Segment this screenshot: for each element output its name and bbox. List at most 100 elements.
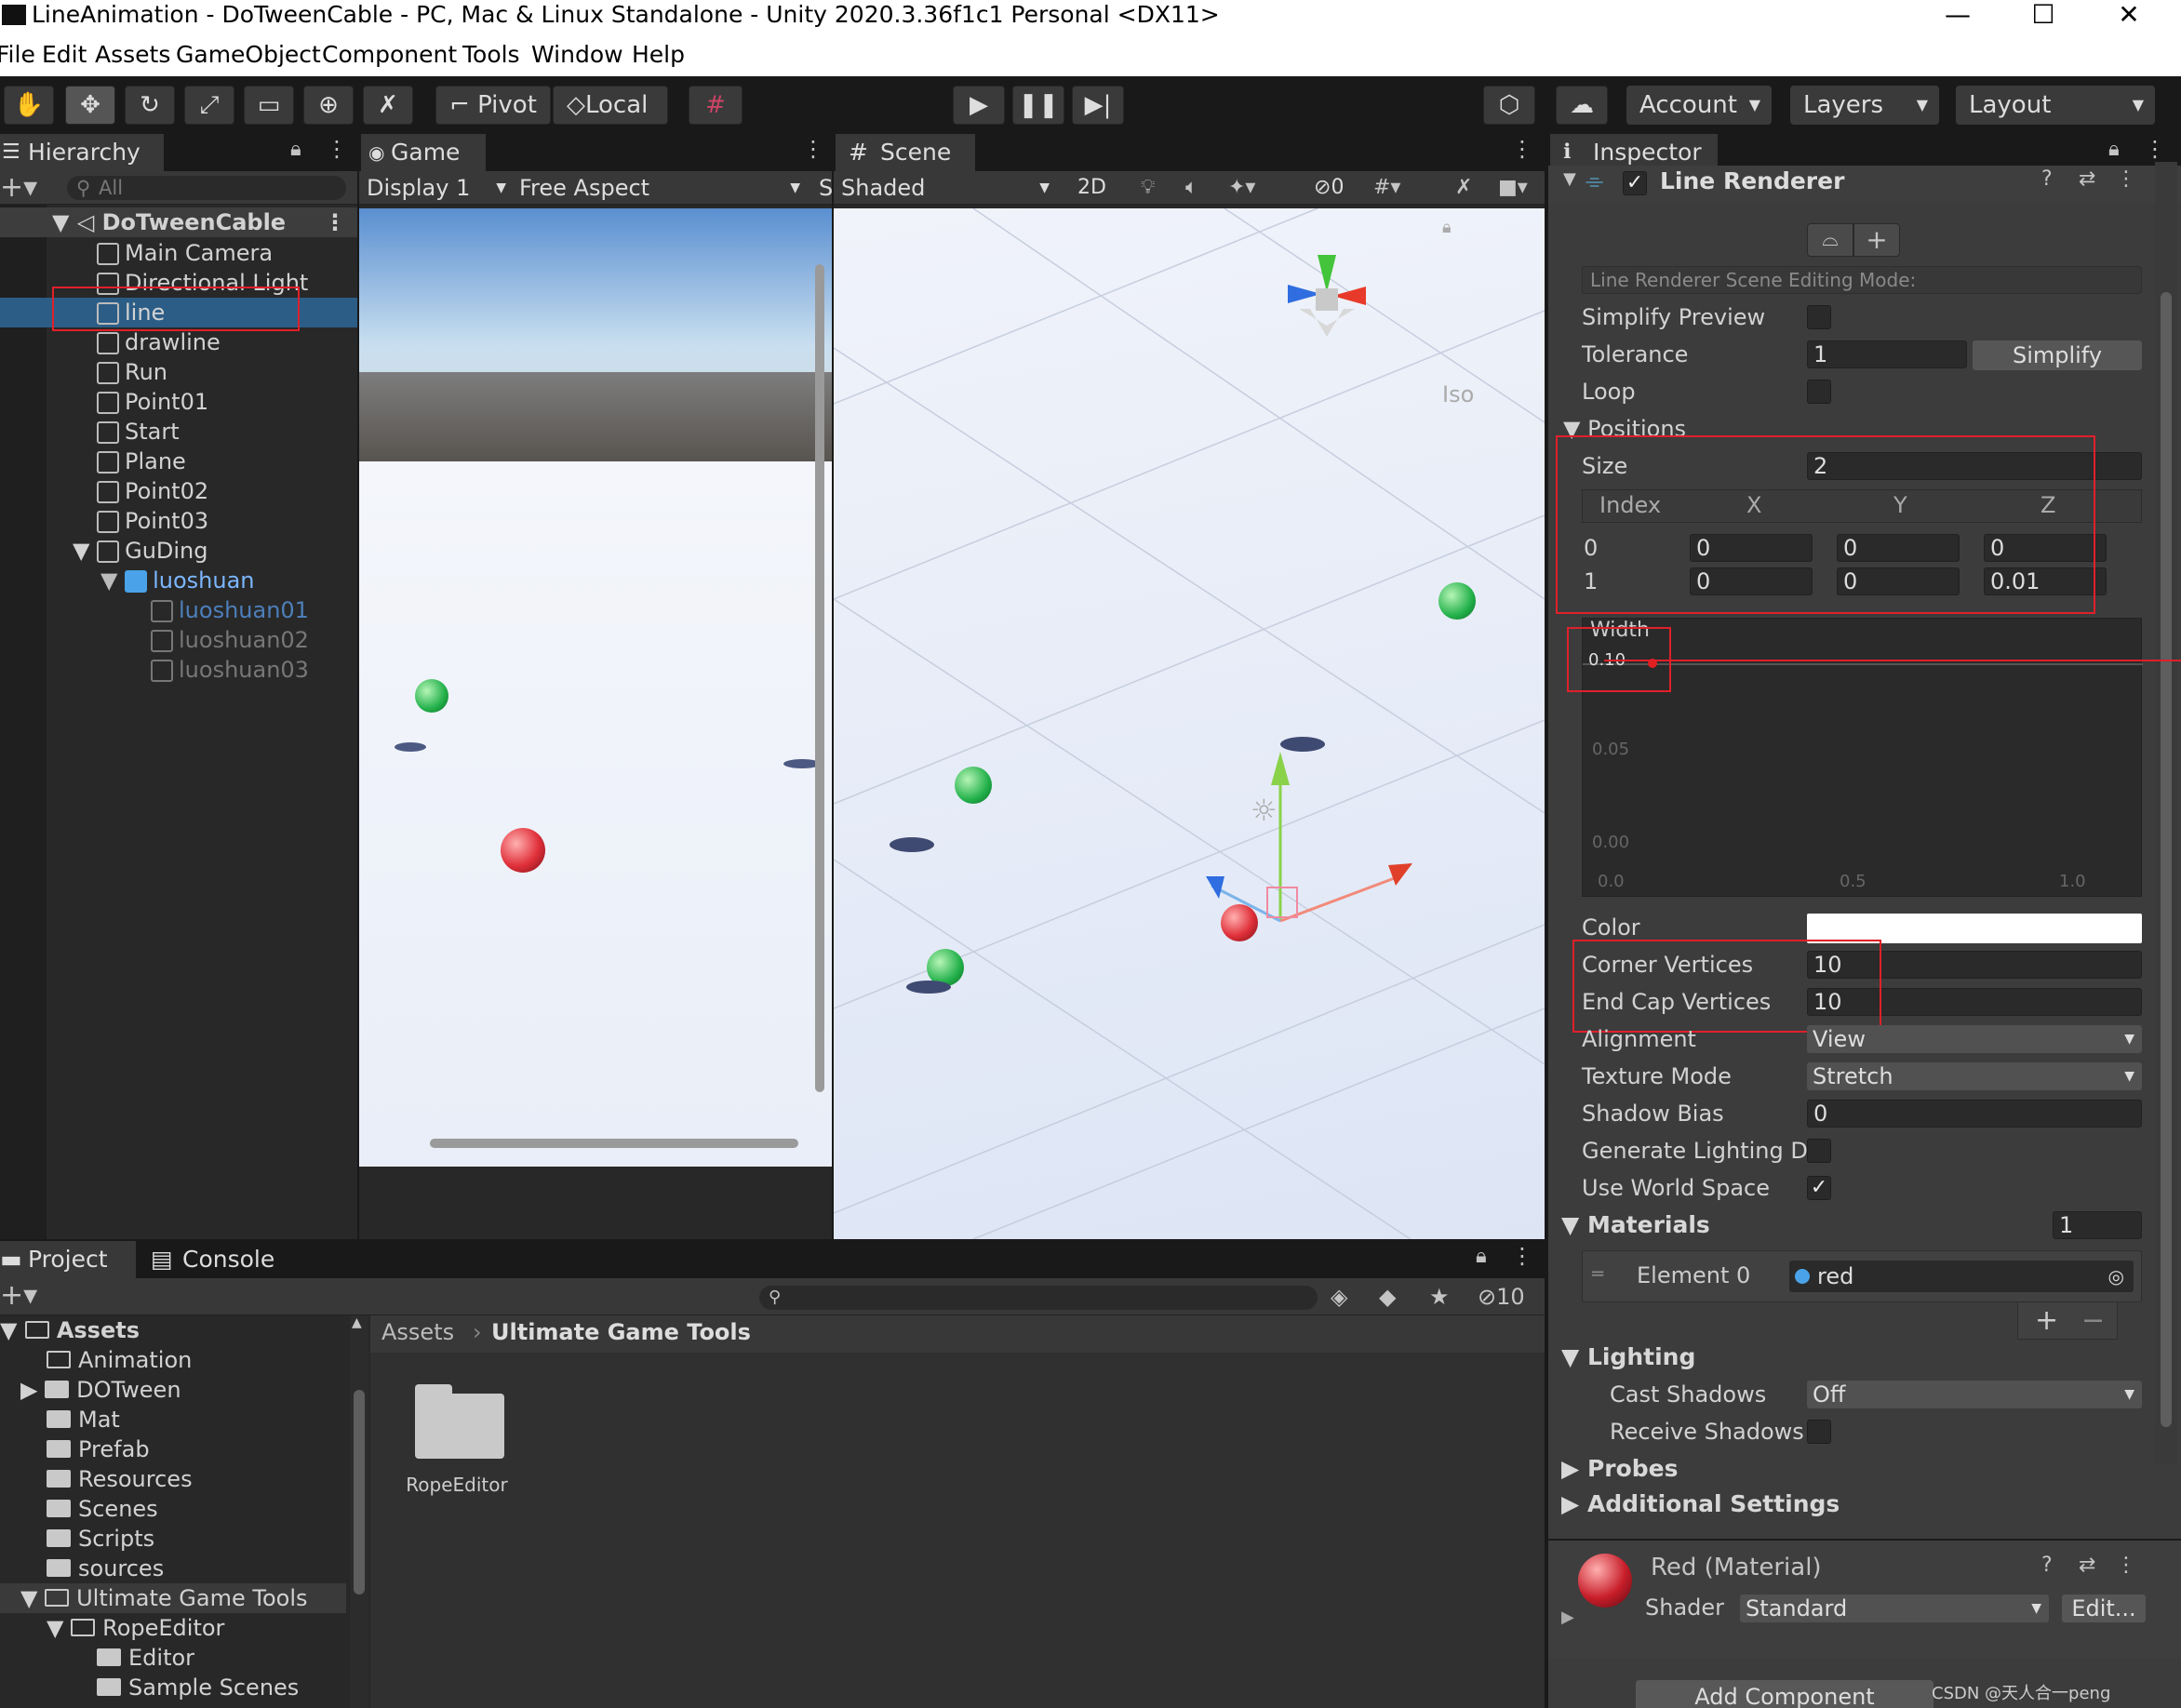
- search-by-label-icon[interactable]: ◆: [1379, 1284, 1396, 1310]
- component-header[interactable]: ▼ ⌯ ✓ Line Renderer ? ⇄ ⋮: [1548, 166, 2181, 203]
- cast-shadows-dropdown[interactable]: Off ▼: [1807, 1381, 2142, 1408]
- add-icon[interactable]: +▾: [0, 1278, 37, 1314]
- help-icon[interactable]: ?: [2041, 1554, 2053, 1577]
- kebab-menu-icon[interactable]: ⋮: [324, 207, 346, 237]
- hidden-objects-toggle[interactable]: ⊘0: [1314, 175, 1344, 201]
- remove-element-icon[interactable]: −: [2081, 1304, 2105, 1337]
- transform-tool-icon[interactable]: ⊕: [303, 86, 354, 125]
- add-icon[interactable]: +▾: [0, 171, 37, 205]
- simplify-preview-checkbox[interactable]: [1807, 305, 1831, 329]
- component-enabled-checkbox[interactable]: ✓: [1623, 171, 1647, 195]
- menu-component[interactable]: Component: [322, 41, 457, 68]
- additional-settings-foldout[interactable]: ▶ Additional Settings: [1561, 1490, 1840, 1518]
- scroll-up-icon[interactable]: ▲: [352, 1315, 362, 1330]
- breadcrumb-current[interactable]: Ultimate Game Tools: [491, 1319, 751, 1345]
- hierarchy-item[interactable]: drawline: [0, 327, 221, 357]
- shader-dropdown[interactable]: Standard ▼: [1740, 1595, 2049, 1622]
- tree-item[interactable]: sources: [47, 1554, 164, 1583]
- effects-toggle-icon[interactable]: ✦▾: [1228, 175, 1255, 201]
- projection-label[interactable]: Iso: [1442, 381, 1474, 407]
- tree-item[interactable]: ▼ RopeEditor: [47, 1613, 224, 1643]
- hierarchy-item[interactable]: Main Camera: [0, 238, 273, 268]
- pivot-button[interactable]: ⌐ Pivot: [435, 86, 551, 125]
- tools-icon[interactable]: ✗: [1455, 175, 1472, 201]
- kebab-menu-icon[interactable]: ⋮: [2116, 167, 2136, 191]
- tree-item[interactable]: Scripts: [47, 1524, 154, 1554]
- tree-item-selected[interactable]: ▼ Ultimate Game Tools: [0, 1583, 346, 1613]
- loop-checkbox[interactable]: [1807, 380, 1831, 404]
- hierarchy-search-input[interactable]: ⚲ All: [67, 176, 346, 200]
- probes-foldout[interactable]: ▶ Probes: [1561, 1455, 1679, 1483]
- hierarchy-item[interactable]: Point03: [0, 506, 208, 536]
- folder-item[interactable]: RopeEditor: [406, 1381, 508, 1501]
- horizontal-scrollbar[interactable]: [430, 1139, 798, 1148]
- hierarchy-item[interactable]: Run: [0, 357, 167, 387]
- tab-console[interactable]: ▤ Console: [151, 1241, 274, 1278]
- orientation-gizmo[interactable]: [1288, 255, 1366, 339]
- scene-viewport[interactable]: 🔒︎ Iso ☼: [834, 208, 1545, 1239]
- scale-tool-icon[interactable]: ⤢: [184, 86, 234, 125]
- project-search-input[interactable]: ⚲: [759, 1286, 1318, 1310]
- maximize-icon[interactable]: ☐: [2015, 0, 2071, 30]
- materials-count-field[interactable]: 1: [2053, 1211, 2142, 1239]
- tab-project[interactable]: ▬ Project: [0, 1241, 136, 1278]
- texture-mode-dropdown[interactable]: Stretch ▼: [1807, 1062, 2142, 1090]
- kebab-menu-icon[interactable]: ⋮: [326, 136, 348, 162]
- lighting-foldout[interactable]: ▼ Lighting: [1561, 1343, 1695, 1371]
- close-icon[interactable]: ✕: [2101, 0, 2157, 30]
- element0-object-field[interactable]: red ◎: [1789, 1261, 2134, 1292]
- tree-scrollbar-thumb[interactable]: [354, 1390, 365, 1595]
- kebab-menu-icon[interactable]: ⋮: [1511, 1243, 1533, 1269]
- light-gizmo-icon[interactable]: ☼: [1251, 793, 1278, 828]
- lock-icon[interactable]: 🔒︎: [1476, 1245, 1487, 1268]
- tab-scene[interactable]: # Scene: [836, 134, 975, 171]
- hidden-packages-toggle[interactable]: ⊘10: [1478, 1284, 1525, 1310]
- hierarchy-item[interactable]: ▼ GuDing: [0, 536, 208, 566]
- help-icon[interactable]: ?: [2041, 167, 2053, 191]
- 2d-toggle[interactable]: 2D: [1077, 175, 1106, 201]
- move-tool-icon[interactable]: ✥: [65, 86, 115, 125]
- tree-item[interactable]: Sample Scenes: [97, 1673, 299, 1702]
- tree-item[interactable]: Mat: [47, 1405, 120, 1434]
- tree-item[interactable]: Animation: [47, 1345, 192, 1375]
- pause-icon[interactable]: ❚❚: [1012, 86, 1064, 125]
- kebab-menu-icon[interactable]: ⋮: [802, 136, 824, 162]
- step-icon[interactable]: ▶|: [1072, 86, 1124, 125]
- hierarchy-item[interactable]: Point02: [0, 476, 208, 506]
- menu-help[interactable]: Help: [632, 41, 685, 68]
- kebab-menu-icon[interactable]: ⋮: [2116, 1554, 2136, 1577]
- rect-tool-icon[interactable]: ▭: [244, 86, 294, 125]
- gizmo-y-axis[interactable]: [1318, 255, 1336, 292]
- kebab-menu-icon[interactable]: ⋮: [1511, 136, 1533, 162]
- shadow-bias-field[interactable]: 0: [1807, 1100, 2142, 1128]
- menu-tools[interactable]: Tools: [462, 41, 520, 68]
- tab-game[interactable]: ◉ Game: [361, 134, 486, 171]
- favorites-icon[interactable]: ★: [1429, 1284, 1450, 1310]
- receive-shadows-checkbox[interactable]: [1807, 1420, 1831, 1444]
- tree-item[interactable]: Resources: [47, 1464, 193, 1494]
- add-point-icon[interactable]: +: [1853, 223, 1900, 257]
- hand-tool-icon[interactable]: ✋: [4, 86, 54, 125]
- hierarchy-item-prefab[interactable]: ▼ luoshuan: [0, 566, 255, 595]
- hierarchy-item[interactable]: luoshuan01: [0, 595, 309, 625]
- aspect-dropdown[interactable]: Free Aspect ▼: [515, 175, 800, 201]
- menu-gameobject[interactable]: GameObject: [176, 41, 321, 68]
- account-dropdown[interactable]: Account ▼: [1626, 86, 1772, 125]
- hierarchy-item[interactable]: Plane: [0, 447, 186, 476]
- scene-root-row[interactable]: ▼ ◁ DoTweenCable ⋮: [0, 207, 357, 237]
- minimize-icon[interactable]: —: [1930, 0, 1986, 30]
- add-component-button[interactable]: Add Component: [1636, 1680, 1933, 1708]
- tree-item[interactable]: ▼ Assets: [0, 1315, 140, 1345]
- display-dropdown[interactable]: Display 1 ▼: [367, 175, 506, 201]
- generate-lighting-checkbox[interactable]: [1807, 1139, 1831, 1163]
- expand-arrow-icon[interactable]: ▶: [1561, 1608, 1574, 1627]
- hierarchy-item[interactable]: Start: [0, 417, 180, 447]
- camera-icon[interactable]: ■▾: [1498, 175, 1528, 201]
- cloud-icon[interactable]: ☁: [1556, 86, 1608, 125]
- local-button[interactable]: ◇Local: [553, 86, 668, 125]
- grid-snap-icon[interactable]: #: [689, 86, 743, 125]
- drag-handle-icon[interactable]: ═: [1592, 1262, 1603, 1285]
- layout-dropdown[interactable]: Layout ▼: [1956, 86, 2155, 125]
- vertical-scrollbar[interactable]: [815, 264, 824, 1092]
- menu-edit[interactable]: Edit: [42, 41, 87, 68]
